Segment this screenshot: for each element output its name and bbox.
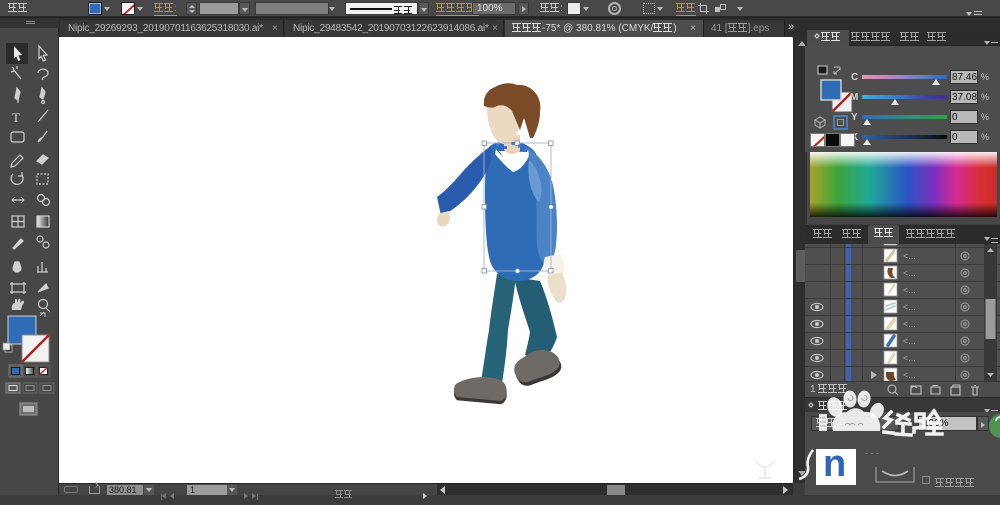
svg-text:<...: <... xyxy=(903,353,916,363)
svg-text:<...: <... xyxy=(903,336,916,346)
svg-text:<...: <... xyxy=(903,268,916,278)
svg-text:<...: <... xyxy=(903,285,916,295)
svg-text:<...: <... xyxy=(903,370,916,380)
svg-text:<...: <... xyxy=(903,319,916,329)
svg-text:T: T xyxy=(12,110,20,125)
svg-text:<...: <... xyxy=(903,251,916,261)
svg-text:<...: <... xyxy=(903,302,916,312)
